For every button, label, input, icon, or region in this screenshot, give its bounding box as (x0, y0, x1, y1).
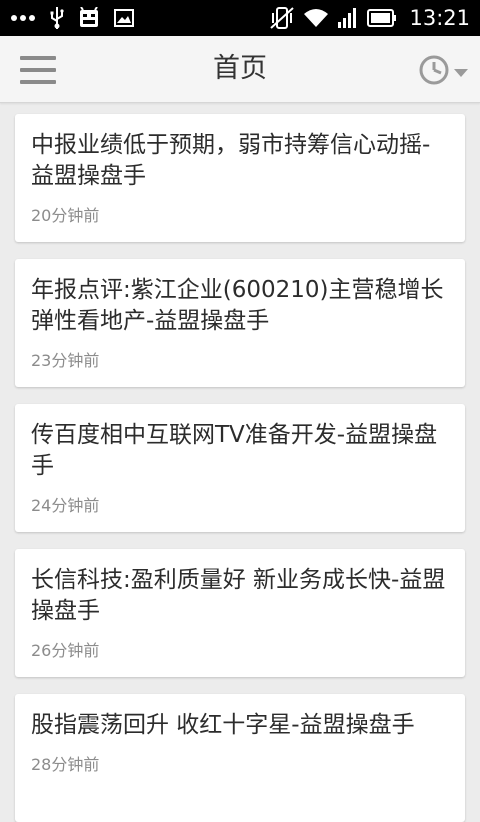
news-card[interactable]: 股指震荡回升 收红十字星-益盟操盘手 28分钟前 (15, 694, 465, 822)
page-title: 首页 (213, 53, 267, 84)
clock-icon (418, 54, 450, 90)
notification-icons (10, 0, 134, 36)
news-card[interactable]: 长信科技:盈利质量好 新业务成长快-益盟操盘手 26分钟前 (15, 549, 465, 677)
app-bar: 首页 (0, 36, 480, 103)
dropdown-arrow-icon (454, 63, 468, 82)
news-time: 28分钟前 (31, 755, 100, 774)
news-card[interactable]: 年报点评:紫江企业(600210)主营稳增长 弹性看地产-益盟操盘手 23分钟前 (15, 259, 465, 387)
clock-time: 13:21 (409, 6, 470, 30)
news-time: 20分钟前 (31, 206, 100, 225)
status-bar: 13:21 (0, 0, 480, 36)
system-icons: 13:21 (269, 0, 470, 36)
news-title: 中报业绩低于预期，弱市持筹信心动摇-益盟操盘手 (31, 132, 431, 189)
android-debug-icon (78, 7, 100, 29)
signal-icon (337, 8, 359, 28)
news-title: 股指震荡回升 收红十字星-益盟操盘手 (31, 712, 415, 738)
battery-icon (367, 9, 397, 27)
news-title: 长信科技:盈利质量好 新业务成长快-益盟操盘手 (31, 567, 446, 624)
usb-icon (50, 7, 64, 29)
more-dots-icon (10, 14, 36, 22)
history-dropdown-button[interactable] (418, 54, 468, 90)
image-icon (114, 9, 134, 27)
news-time: 24分钟前 (31, 496, 100, 515)
news-time: 26分钟前 (31, 641, 100, 660)
news-title: 年报点评:紫江企业(600210)主营稳增长 弹性看地产-益盟操盘手 (31, 277, 444, 334)
news-card[interactable]: 中报业绩低于预期，弱市持筹信心动摇-益盟操盘手 20分钟前 (15, 114, 465, 242)
wifi-icon (303, 8, 329, 28)
news-title: 传百度相中互联网TV准备开发-益盟操盘手 (31, 422, 438, 479)
news-card[interactable]: 传百度相中互联网TV准备开发-益盟操盘手 24分钟前 (15, 404, 465, 532)
news-time: 23分钟前 (31, 351, 100, 370)
vibrate-off-icon (269, 6, 295, 30)
